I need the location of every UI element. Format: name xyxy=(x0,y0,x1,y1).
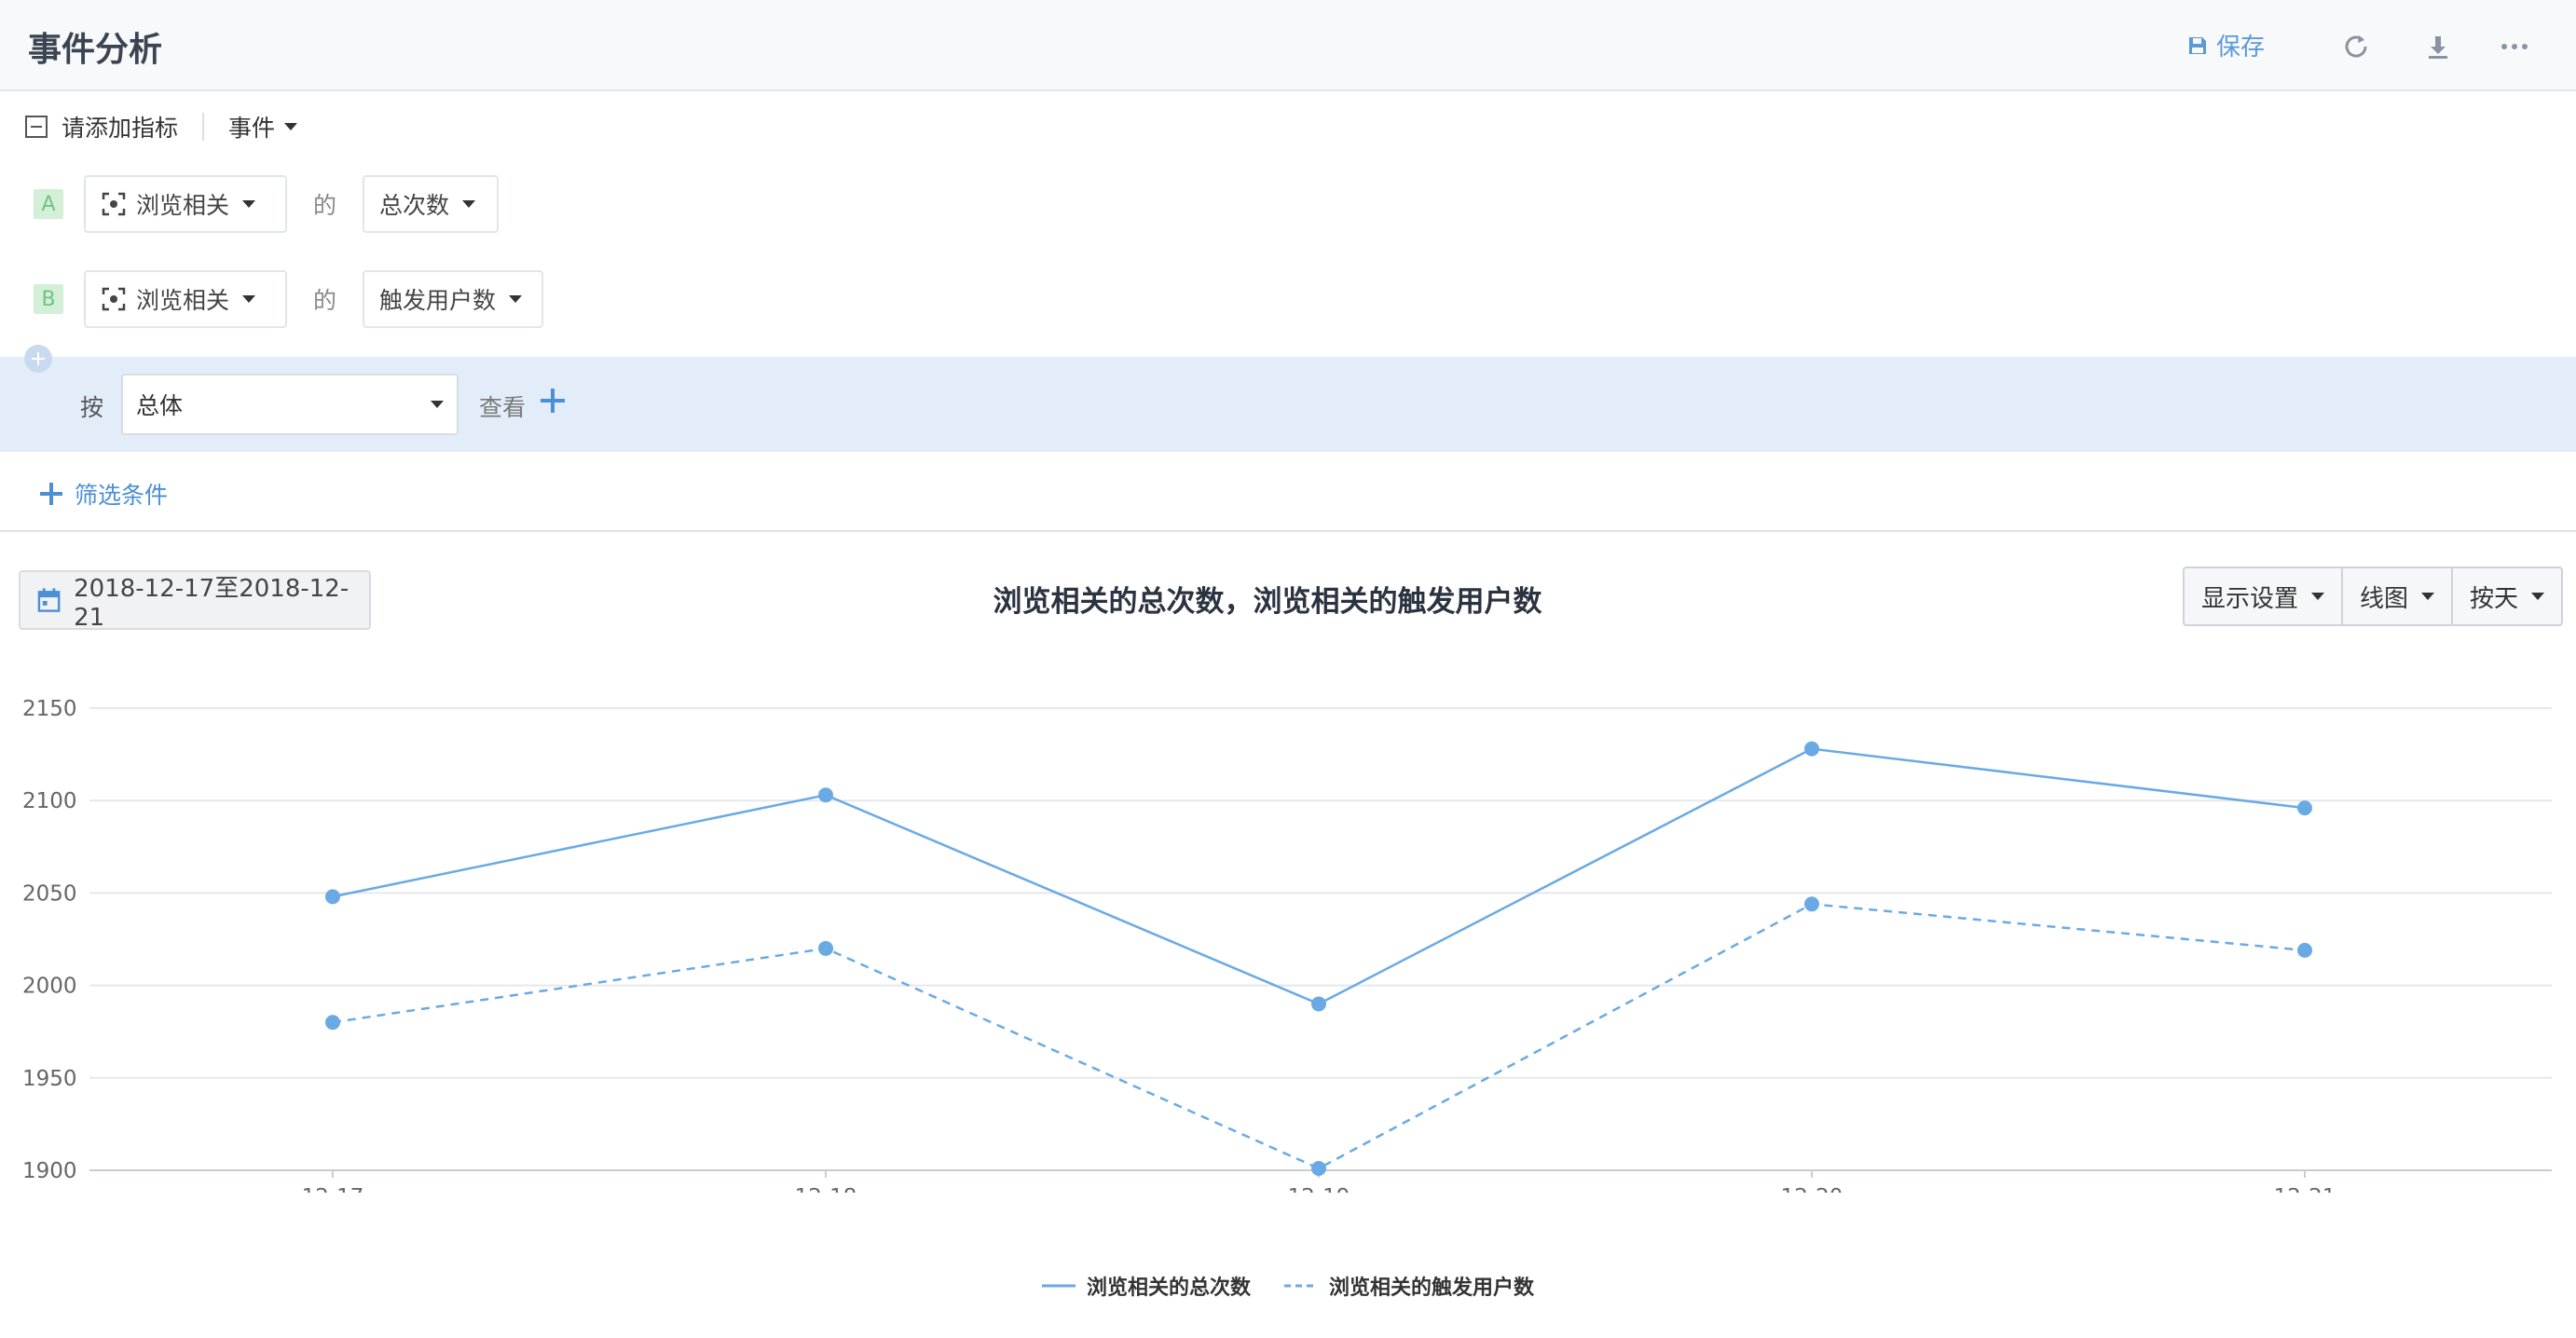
event-type-dropdown[interactable]: 事件 xyxy=(228,110,298,143)
event-select[interactable]: 浏览相关 xyxy=(84,175,287,233)
chevron-down-icon xyxy=(2311,593,2325,600)
chevron-down-icon xyxy=(242,295,256,303)
metric-row-a: A 浏览相关 的 总次数 xyxy=(34,175,500,233)
chevron-down-icon xyxy=(462,200,476,208)
y-tick-label: 1950 xyxy=(22,1067,77,1091)
chart-controls: 显示设置 线图 按天 xyxy=(2183,567,2564,626)
refresh-icon xyxy=(2345,35,2367,58)
chart-title: 浏览相关的总次数，浏览相关的触发用户数 xyxy=(993,585,1542,619)
series-line-1 xyxy=(332,903,2306,1170)
chart-type-dropdown[interactable]: 线图 xyxy=(2341,568,2451,624)
add-metric-button[interactable] xyxy=(24,345,52,373)
display-settings-label: 显示设置 xyxy=(2201,584,2299,613)
granularity-dropdown[interactable]: 按天 xyxy=(2451,568,2561,624)
data-point[interactable] xyxy=(2297,942,2312,958)
chevron-down-icon xyxy=(284,123,298,130)
more-button[interactable] xyxy=(2496,28,2533,65)
top-bar: 事件分析 保存 xyxy=(0,0,2576,91)
data-point[interactable] xyxy=(325,1015,340,1031)
filter-label: 筛选条件 xyxy=(75,482,169,509)
more-icon xyxy=(2501,44,2528,49)
data-point[interactable] xyxy=(2297,800,2312,816)
add-groupby-icon[interactable] xyxy=(539,387,567,415)
measure-select[interactable]: 总次数 xyxy=(363,175,500,233)
y-tick-label: 2100 xyxy=(22,789,77,813)
download-button[interactable] xyxy=(2419,28,2457,65)
plus-icon xyxy=(40,483,62,505)
granularity-label: 按天 xyxy=(2470,584,2519,613)
data-point[interactable] xyxy=(818,787,833,803)
event-select[interactable]: 浏览相关 xyxy=(84,270,287,328)
data-point[interactable] xyxy=(1804,896,1819,912)
of-label: 的 xyxy=(313,192,337,219)
legend-dashed-line-icon xyxy=(1284,1284,1318,1288)
line-chart: 1900 1950 2000 2050 2100 2150 12-17 12-18 12-19 1… xyxy=(22,697,2552,1193)
y-tick-label: 2000 xyxy=(22,975,77,999)
groupby-label: 按 xyxy=(80,394,104,421)
of-label: 的 xyxy=(313,287,337,314)
chevron-down-icon xyxy=(2531,593,2545,600)
x-tick-label: 12-20 xyxy=(1781,1185,1843,1193)
chart-type-label: 线图 xyxy=(2360,584,2409,613)
view-label: 查看 xyxy=(479,394,527,421)
page-title: 事件分析 xyxy=(28,31,163,69)
download-icon xyxy=(2429,36,2447,59)
measure-select[interactable]: 触发用户数 xyxy=(363,270,544,328)
chevron-down-icon xyxy=(2421,593,2435,600)
series-line-0 xyxy=(332,747,2306,1005)
metrics-placeholder: 请添加指标 xyxy=(62,115,179,142)
chevron-down-icon xyxy=(431,401,444,408)
chevron-down-icon xyxy=(509,295,523,303)
save-button[interactable]: 保存 xyxy=(2186,28,2265,62)
metric-badge: B xyxy=(34,284,63,314)
data-point[interactable] xyxy=(325,889,340,905)
groupby-bar: 按 总体 查看 xyxy=(0,357,2576,452)
add-filter-button[interactable]: 筛选条件 xyxy=(39,477,168,511)
data-point[interactable] xyxy=(818,940,833,956)
y-tick-label: 2150 xyxy=(22,697,77,721)
measure-select-label: 触发用户数 xyxy=(379,287,497,314)
event-icon xyxy=(102,192,126,216)
save-icon xyxy=(2189,36,2206,54)
x-tick-label: 12-17 xyxy=(302,1185,364,1193)
collapse-icon[interactable] xyxy=(24,115,48,139)
legend-label: 浏览相关的触发用户数 xyxy=(1329,1277,1535,1300)
event-type-label: 事件 xyxy=(228,115,276,142)
chevron-down-icon xyxy=(242,200,256,208)
refresh-button[interactable] xyxy=(2337,28,2375,65)
plus-icon xyxy=(32,352,45,365)
legend-item[interactable]: 浏览相关的总次数 xyxy=(1041,1271,1251,1301)
y-tick-label: 1900 xyxy=(22,1159,77,1183)
groupby-select[interactable]: 总体 xyxy=(121,374,459,435)
section-divider xyxy=(0,530,2576,532)
metrics-header: 请添加指标 事件 xyxy=(24,110,298,143)
measure-select-label: 总次数 xyxy=(379,192,450,219)
data-point[interactable] xyxy=(1804,741,1819,757)
x-tick-label: 12-18 xyxy=(795,1185,857,1193)
y-tick-label: 2050 xyxy=(22,881,77,906)
groupby-value: 总体 xyxy=(136,392,184,419)
display-settings-dropdown[interactable]: 显示设置 xyxy=(2185,568,2341,624)
legend-solid-line-icon xyxy=(1041,1284,1076,1288)
event-select-label: 浏览相关 xyxy=(136,287,230,314)
save-label: 保存 xyxy=(2216,34,2266,61)
data-point[interactable] xyxy=(1311,1161,1326,1177)
x-tick-label: 12-19 xyxy=(1288,1185,1350,1193)
data-point[interactable] xyxy=(1311,996,1326,1012)
legend-label: 浏览相关的总次数 xyxy=(1086,1277,1251,1300)
metric-row-b: B 浏览相关 的 触发用户数 xyxy=(34,270,544,328)
legend-item[interactable]: 浏览相关的触发用户数 xyxy=(1284,1271,1534,1301)
chart-legend: 浏览相关的总次数 浏览相关的触发用户数 xyxy=(0,1271,2576,1301)
event-select-label: 浏览相关 xyxy=(136,192,230,219)
divider xyxy=(202,113,205,141)
event-icon xyxy=(102,287,126,311)
metric-badge: A xyxy=(34,189,63,219)
x-tick-label: 12-21 xyxy=(2274,1185,2336,1193)
